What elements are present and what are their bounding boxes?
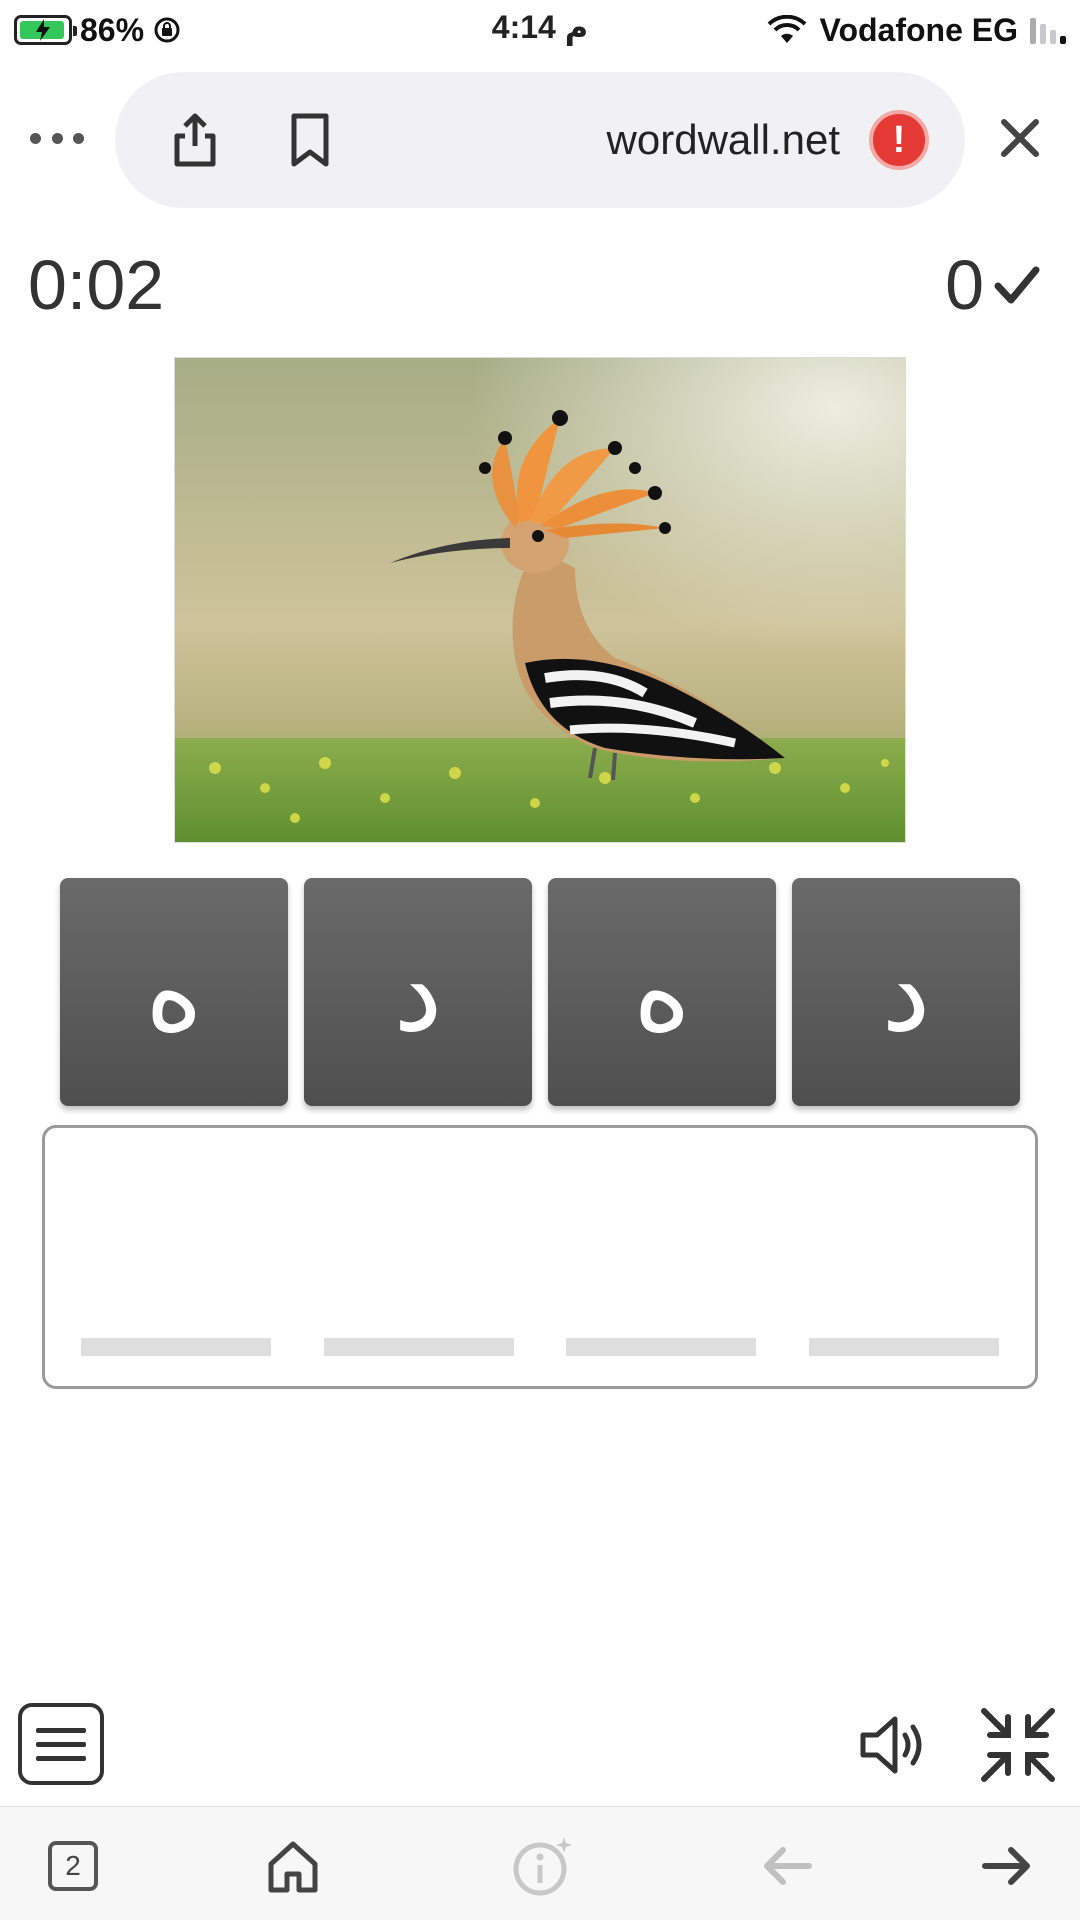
answer-slot[interactable] — [81, 1338, 271, 1356]
tabs-count: 2 — [48, 1841, 98, 1891]
checkmark-icon — [994, 266, 1040, 304]
more-options-button[interactable] — [30, 118, 84, 158]
game-timer: 0:02 — [28, 246, 165, 324]
home-icon[interactable] — [258, 1831, 328, 1901]
answer-slot[interactable] — [323, 1338, 514, 1356]
info-icon[interactable] — [508, 1831, 578, 1901]
url-pill[interactable]: wordwall.net ! — [115, 72, 965, 208]
score-display: 0 — [945, 245, 1040, 325]
hamburger-menu-icon[interactable] — [18, 1703, 104, 1785]
collapse-icon[interactable] — [978, 1705, 1058, 1785]
url-text[interactable]: wordwall.net — [607, 116, 840, 164]
answer-slots — [81, 1338, 999, 1356]
answer-box[interactable] — [42, 1125, 1038, 1389]
hoopoe-bird-image — [174, 357, 906, 843]
letter-tile[interactable]: د — [792, 878, 1020, 1106]
status-right: Vodafone EG — [767, 10, 1066, 50]
bookmark-icon[interactable] — [280, 110, 340, 170]
carrier-name: Vodafone EG — [819, 11, 1018, 48]
signal-icon — [1030, 16, 1066, 44]
share-icon[interactable] — [165, 110, 225, 170]
letter-tile[interactable]: د — [304, 878, 532, 1106]
speaker-icon[interactable] — [855, 1705, 935, 1785]
answer-slot[interactable] — [566, 1338, 757, 1356]
alert-icon[interactable]: ! — [869, 110, 929, 170]
arrow-left-icon[interactable] — [752, 1831, 822, 1901]
tabs-button[interactable]: 2 — [38, 1831, 108, 1901]
letter-tile[interactable]: ه — [548, 878, 776, 1106]
status-bar: 86% 4:14 م Vodafone EG — [0, 0, 1080, 60]
arrow-right-icon[interactable] — [972, 1831, 1042, 1901]
browser-toolbar: 2 — [0, 1806, 1080, 1920]
close-icon[interactable] — [990, 108, 1050, 168]
browser-address-bar: wordwall.net ! — [0, 70, 1080, 210]
letter-tile[interactable]: ه — [60, 878, 288, 1106]
answer-slot[interactable] — [808, 1338, 999, 1356]
letter-tiles: ه د ه د — [60, 878, 1020, 1106]
wifi-icon — [768, 15, 807, 43]
score-value: 0 — [945, 246, 984, 324]
